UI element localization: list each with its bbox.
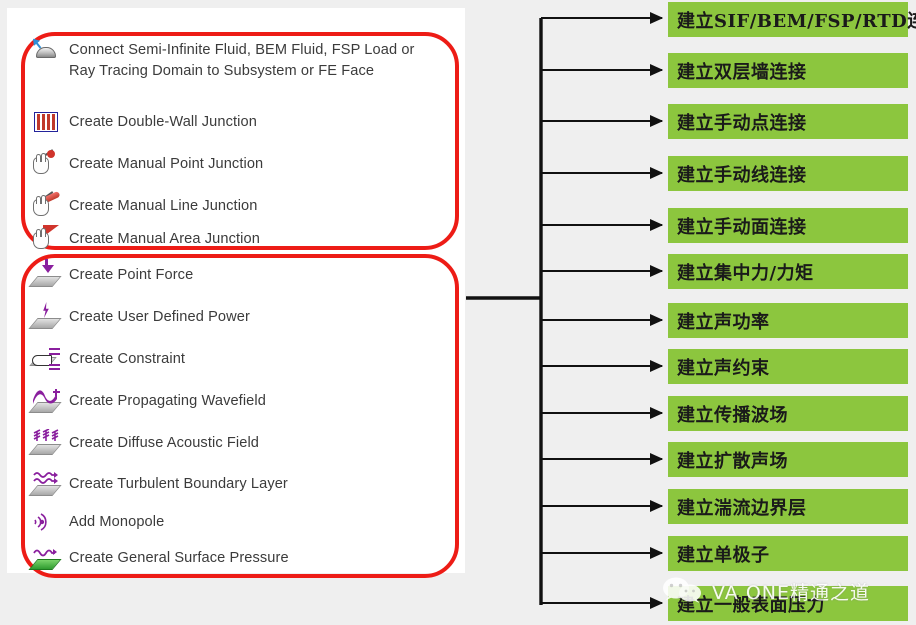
translation-box[interactable]: 建立手动线连接 — [668, 156, 908, 191]
translation-box[interactable]: 建立手动点连接 — [668, 104, 908, 139]
translation-label: 建立手动面连接 — [677, 216, 807, 238]
translation-label: 建立双层墙连接 — [677, 61, 807, 83]
translation-label: 建立声功率 — [677, 311, 770, 333]
translation-box[interactable]: 建立双层墙连接 — [668, 53, 908, 88]
translation-box[interactable]: 建立扩散声场 — [668, 442, 908, 477]
translation-box[interactable]: 建立传播波场 — [668, 396, 908, 431]
translation-label: 建立扩散声场 — [677, 450, 788, 472]
translation-box[interactable]: 建立手动面连接 — [668, 208, 908, 243]
translation-label: 建立一般表面压力 — [677, 594, 825, 616]
translation-label: 建立传播波场 — [677, 404, 788, 426]
translation-box[interactable]: 建立一般表面压力 — [668, 586, 908, 621]
translation-box[interactable]: 建立声约束 — [668, 349, 908, 384]
translation-label: 建立手动线连接 — [677, 164, 807, 186]
translation-label: 建立单极子 — [677, 544, 770, 566]
translation-box[interactable]: 建立集中力/力矩 — [668, 254, 908, 289]
translation-box[interactable]: 建立SIF/BEM/FSP/RTD连接 — [668, 2, 916, 37]
translation-box[interactable]: 建立声功率 — [668, 303, 908, 338]
translation-label: 建立集中力/力矩 — [677, 262, 814, 284]
translation-box[interactable]: 建立单极子 — [668, 536, 908, 571]
translation-label: 建立声约束 — [677, 357, 770, 379]
translation-label: 建立手动点连接 — [677, 112, 807, 134]
translation-label: 建立湍流边界层 — [677, 497, 807, 519]
translation-label: 建立SIF/BEM/FSP/RTD连接 — [677, 10, 916, 32]
translation-box[interactable]: 建立湍流边界层 — [668, 489, 908, 524]
